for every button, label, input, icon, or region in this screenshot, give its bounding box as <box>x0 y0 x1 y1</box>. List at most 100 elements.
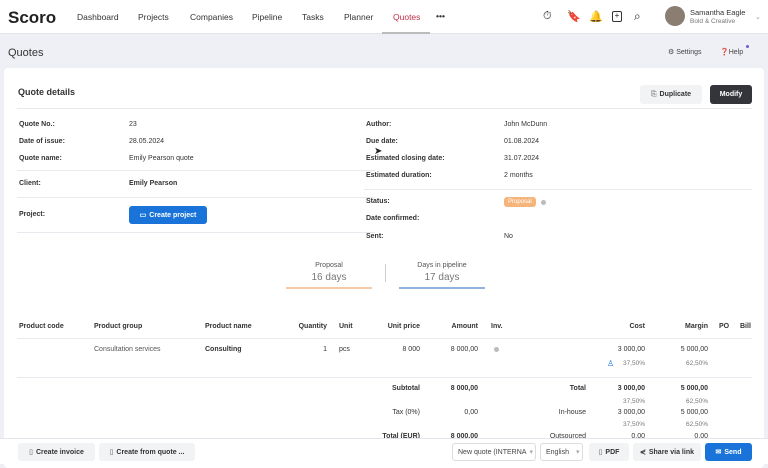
pipeline-days: 17 days <box>424 272 460 283</box>
duplicate-label: Duplicate <box>659 91 692 98</box>
create-project-button[interactable]: ▭ Create project <box>129 206 207 224</box>
create-invoice-label: Create invoice <box>36 448 84 456</box>
th-margin: Margin <box>685 323 708 330</box>
closing-date: 31.07.2024 <box>504 155 540 162</box>
create-invoice-button[interactable]: ▯ Create invoice <box>18 443 95 461</box>
total2-label: Total <box>569 385 586 392</box>
th-product-name: Product name <box>205 323 252 330</box>
row-amount: 8 000,00 <box>450 346 478 353</box>
share-link-button[interactable]: ⋞ Share via link <box>633 443 701 461</box>
th-product-code: Product code <box>19 323 64 330</box>
row-margin: 5 000,00 <box>680 346 708 353</box>
help-button[interactable]: ❓Help <box>720 48 743 56</box>
help-label: Help <box>728 49 744 56</box>
inhouse-cost-pct: 37,50% <box>622 421 645 428</box>
page-title: Quotes <box>8 47 44 59</box>
nav-companies[interactable]: Companies <box>190 12 233 22</box>
nav-pipeline[interactable]: Pipeline <box>252 12 282 22</box>
send-label: Send <box>724 448 742 456</box>
nav-dashboard[interactable]: Dashboard <box>77 12 119 22</box>
send-button[interactable]: ✉ Send <box>705 443 752 461</box>
user-name[interactable]: Samantha Eagle <box>690 8 745 17</box>
help-icon: ❓ <box>720 49 729 56</box>
create-from-label: Create from quote ... <box>116 448 185 456</box>
stage-label: Proposal <box>315 262 343 269</box>
inhouse-label: In-house <box>558 409 586 416</box>
quote-card <box>4 68 764 468</box>
chevron-down-icon: ▾ <box>529 449 533 456</box>
template-value: New quote (INTERNA <box>458 448 527 456</box>
notification-dot <box>746 45 749 48</box>
row-name: Consulting <box>205 346 242 353</box>
share-label: Share via link <box>648 448 694 456</box>
th-bill: Bill <box>740 323 751 330</box>
status-label: Status: <box>366 198 390 205</box>
more-menu[interactable]: ••• <box>436 11 445 21</box>
quote-no: 23 <box>129 121 137 128</box>
pdf-label: PDF <box>605 448 620 456</box>
add-icon[interactable]: + <box>612 11 622 22</box>
active-tab-indicator <box>382 32 430 34</box>
row-group: Consultation services <box>94 346 161 353</box>
row-qty: 1 <box>323 346 327 353</box>
search-icon[interactable]: ⌕ <box>634 9 641 24</box>
copy-icon: ⎘ <box>650 90 657 98</box>
document-icon: ▯ <box>109 449 114 456</box>
settings-button[interactable]: ⚙ Settings <box>668 48 702 56</box>
nav-planner[interactable]: Planner <box>344 12 373 22</box>
gear-icon: ⚙ <box>668 49 675 56</box>
th-quantity: Quantity <box>298 323 327 330</box>
client-name[interactable]: Emily Pearson <box>129 180 177 187</box>
bookmark-icon[interactable]: 🔖 <box>567 10 581 23</box>
stage-days: 16 days <box>311 272 347 283</box>
template-select[interactable]: New quote (INTERNA ▾ <box>452 443 536 461</box>
person-icon: ♙ <box>607 359 615 368</box>
quote-name: Emily Pearson quote <box>129 155 194 162</box>
modify-button[interactable]: Modify <box>710 85 752 104</box>
chevron-down-icon: ▾ <box>575 449 580 456</box>
th-inv: Inv. <box>491 323 503 330</box>
nav-quotes[interactable]: Quotes <box>393 12 420 22</box>
th-unit-price: Unit price <box>387 323 420 330</box>
inhouse-margin: 5 000,00 <box>680 409 708 416</box>
sent-value: No <box>504 233 513 240</box>
chevron-down-icon[interactable]: ⌄ <box>755 13 761 21</box>
pipeline-label: Days in pipeline <box>417 262 467 269</box>
timer-icon[interactable]: ⏱ <box>543 10 552 23</box>
create-from-quote-button[interactable]: ▯ Create from quote ... <box>99 443 195 461</box>
tax-label: Tax (0%) <box>392 409 420 416</box>
quote-name-label: Quote name: <box>19 155 62 162</box>
inhouse-margin-pct: 62,50% <box>685 421 708 428</box>
th-unit: Unit <box>339 323 353 330</box>
th-amount: Amount <box>451 323 478 330</box>
status-badge[interactable]: Proposal <box>504 197 536 207</box>
row-cost: 3 000,00 <box>617 346 645 353</box>
th-product-group: Product group <box>94 323 143 330</box>
duplicate-button[interactable]: ⎘ Duplicate <box>640 85 702 104</box>
tax: 0,00 <box>464 409 478 416</box>
create-project-label: Create project <box>149 211 197 219</box>
top-nav: Scoro Dashboard Projects Companies Pipel… <box>0 0 768 34</box>
total-cost: 3 000,00 <box>617 385 645 392</box>
inv-dot <box>494 347 499 352</box>
author: John McDunn <box>504 121 548 128</box>
sent-label: Sent: <box>366 233 384 240</box>
stage-summary: Proposal 16 days <box>286 262 372 289</box>
invoice-icon: ▯ <box>29 449 33 456</box>
due-date: 01.08.2024 <box>504 138 540 145</box>
date-of-issue: 28.05.2024 <box>129 138 165 145</box>
total-margin: 5 000,00 <box>680 385 708 392</box>
language-select[interactable]: English ▾ <box>540 443 583 461</box>
nav-projects[interactable]: Projects <box>138 12 169 22</box>
inhouse-cost: 3 000,00 <box>617 409 645 416</box>
mail-icon: ✉ <box>715 449 722 456</box>
logo[interactable]: Scoro <box>8 8 56 28</box>
bell-icon[interactable]: 🔔 <box>589 10 603 23</box>
confirmed-label: Date confirmed: <box>366 215 420 222</box>
project-label: Project: <box>19 211 46 218</box>
nav-tasks[interactable]: Tasks <box>302 12 324 22</box>
avatar[interactable] <box>665 6 685 26</box>
user-company: Bold & Creative <box>690 18 736 25</box>
pdf-button[interactable]: ▯ PDF <box>589 443 629 461</box>
duration: 2 months <box>504 172 533 179</box>
